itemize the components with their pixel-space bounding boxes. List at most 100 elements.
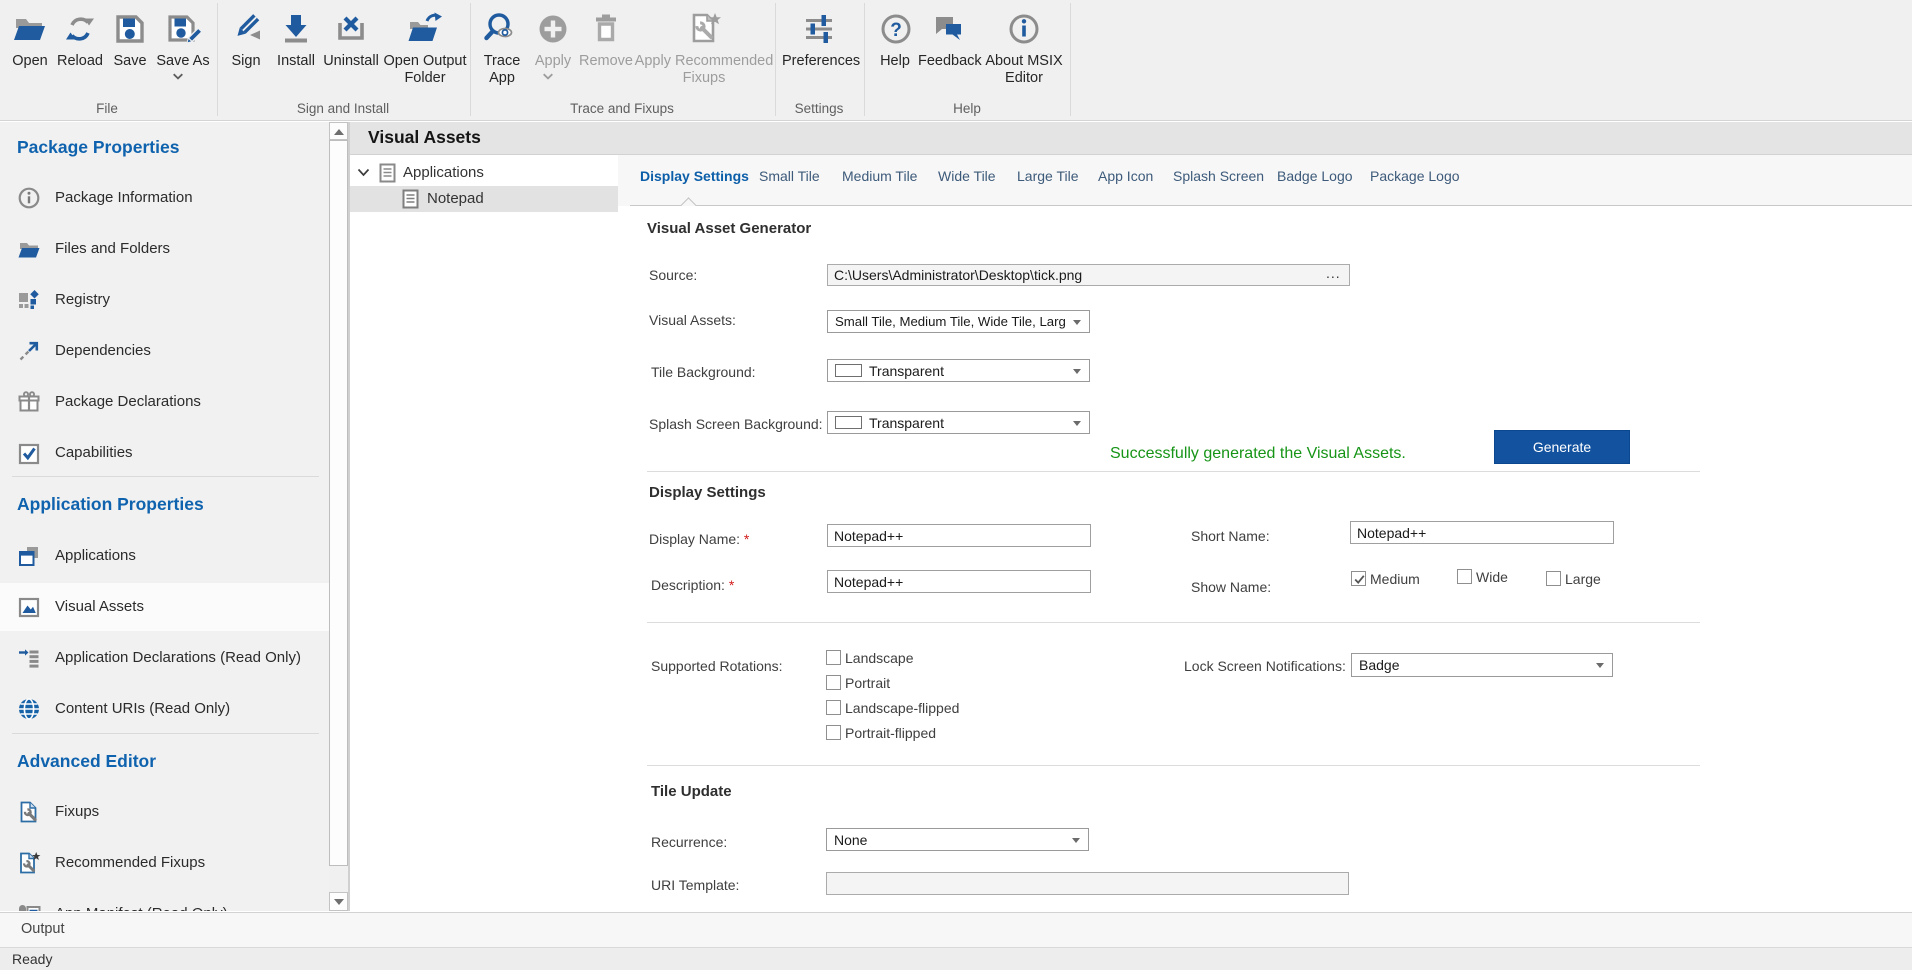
tab-medium-tile[interactable]: Medium Tile	[842, 168, 917, 184]
sidebar-item-content-uris[interactable]: Content URIs (Read Only)	[0, 685, 329, 733]
browse-button[interactable]: ...	[1326, 265, 1341, 281]
show-name-large-checkbox[interactable]	[1546, 571, 1561, 586]
source-input[interactable]	[827, 264, 1350, 286]
reload-button[interactable]: Reload	[54, 10, 106, 114]
about-msix-editor-button[interactable]: About MSIX Editor	[983, 10, 1065, 114]
generate-button[interactable]: Generate	[1494, 430, 1630, 464]
short-name-input[interactable]	[1350, 521, 1614, 544]
show-name-medium-checkbox[interactable]	[1351, 571, 1366, 586]
open-button[interactable]: Open	[6, 10, 54, 114]
install-icon	[277, 10, 315, 48]
visual-assets-label: Visual Assets:	[649, 312, 736, 328]
sidebar-item-label: Fixups	[55, 788, 99, 836]
sign-button[interactable]: Sign	[224, 10, 268, 114]
transparent-color-swatch	[835, 416, 862, 429]
sidebar-item-package-information[interactable]: Package Information	[0, 174, 329, 222]
description-input[interactable]	[827, 570, 1091, 593]
sidebar-scrollbar[interactable]	[329, 122, 348, 911]
scrollbar-up-button[interactable]	[329, 122, 348, 140]
tab-wide-tile[interactable]: Wide Tile	[938, 168, 996, 184]
scrollbar-thumb[interactable]	[329, 140, 348, 866]
output-bar[interactable]: Output	[0, 912, 1912, 947]
save-as-dropdown-chevron-icon[interactable]	[172, 73, 183, 80]
scrollbar-down-button[interactable]	[329, 892, 348, 911]
svg-text:?: ?	[890, 20, 902, 41]
sidebar-item-visual-assets[interactable]: Visual Assets	[0, 583, 329, 631]
display-name-input[interactable]	[827, 524, 1091, 547]
sidebar-item-applications[interactable]: Applications	[0, 532, 329, 580]
rotation-landscape-checkbox[interactable]	[826, 650, 841, 665]
sidebar-divider	[12, 733, 319, 734]
tab-large-tile[interactable]: Large Tile	[1017, 168, 1078, 184]
sidebar-item-label: Registry	[55, 276, 110, 324]
scroll-down-arrow-icon	[334, 899, 344, 905]
install-button[interactable]: Install	[272, 10, 320, 114]
feedback-button[interactable]: Feedback	[918, 10, 978, 114]
sidebar-item-registry[interactable]: Registry	[0, 276, 329, 324]
required-asterisk: *	[729, 577, 734, 593]
sidebar-item-fixups[interactable]: Fixups	[0, 788, 329, 836]
remove-button[interactable]: Remove	[578, 10, 634, 114]
tab-splash-screen[interactable]: Splash Screen	[1173, 168, 1264, 184]
dependencies-icon	[17, 339, 41, 363]
open-output-folder-button[interactable]: Open Output Folder	[377, 10, 473, 114]
ribbon-separator	[775, 3, 776, 116]
tab-package-logo[interactable]: Package Logo	[1370, 168, 1460, 184]
sidebar-item-files-and-folders[interactable]: Files and Folders	[0, 225, 329, 273]
dropdown-chevron-icon	[1073, 320, 1081, 325]
lock-screen-notifications-dropdown[interactable]: Badge	[1351, 653, 1613, 677]
apply-button[interactable]: Apply	[532, 10, 574, 114]
ribbon-group-label-help: Help	[953, 101, 981, 116]
short-name-label: Short Name:	[1191, 528, 1270, 544]
app-manifest-icon	[17, 902, 41, 911]
help-button[interactable]: ? Help	[877, 10, 913, 114]
show-name-wide-checkbox[interactable]	[1457, 569, 1472, 584]
files-and-folders-icon	[17, 237, 41, 261]
tree-expander-chevron-icon[interactable]	[357, 168, 370, 177]
visual-assets-dropdown[interactable]: Small Tile, Medium Tile, Wide Tile, Larg…	[827, 310, 1090, 333]
recurrence-dropdown[interactable]: None	[826, 828, 1089, 851]
rotation-portrait-flipped-checkbox[interactable]	[826, 725, 841, 740]
apply-recommended-fixups-label: Apply Recommended Fixups	[629, 53, 779, 87]
rotation-portrait-checkbox[interactable]	[826, 675, 841, 690]
sidebar-item-dependencies[interactable]: Dependencies	[0, 327, 329, 375]
save-label: Save	[108, 53, 152, 70]
tile-background-dropdown[interactable]: Transparent	[827, 359, 1090, 382]
preferences-button[interactable]: Preferences	[782, 10, 858, 114]
tab-app-icon[interactable]: App Icon	[1098, 168, 1153, 184]
tree-item-applications[interactable]: Applications	[350, 160, 618, 186]
recurrence-value: None	[834, 829, 1066, 850]
application-node-icon	[401, 189, 420, 209]
install-label: Install	[272, 53, 320, 70]
sidebar-item-recommended-fixups[interactable]: Recommended Fixups	[0, 839, 329, 887]
uri-template-input[interactable]	[826, 872, 1349, 895]
tile-background-label: Tile Background:	[651, 364, 756, 380]
apply-recommended-fixups-button[interactable]: Apply Recommended Fixups	[629, 10, 779, 114]
uninstall-button[interactable]: Uninstall	[320, 10, 382, 114]
trace-app-button[interactable]: Trace App	[480, 10, 524, 114]
splash-screen-background-dropdown[interactable]: Transparent	[827, 411, 1090, 434]
uninstall-label: Uninstall	[320, 53, 382, 70]
tree-item-label: Notepad	[427, 186, 484, 212]
tab-badge-logo[interactable]: Badge Logo	[1277, 168, 1353, 184]
main-panel: Visual Assets Applications Notepad	[350, 122, 1912, 911]
ribbon-group-label-sign-and-install: Sign and Install	[297, 101, 389, 116]
save-button[interactable]: Save	[108, 10, 152, 114]
recommended-fixups-icon	[17, 851, 41, 875]
section-heading-display-settings: Display Settings	[649, 484, 766, 501]
section-heading-tile-update: Tile Update	[651, 783, 732, 800]
required-asterisk: *	[744, 531, 749, 547]
save-as-button[interactable]: Save As	[154, 10, 212, 114]
sidebar-item-app-manifest[interactable]: App Manifest (Read Only)	[0, 890, 329, 911]
tree-item-notepad[interactable]: Notepad	[350, 186, 618, 212]
tab-small-tile[interactable]: Small Tile	[759, 168, 820, 184]
sidebar-item-package-declarations[interactable]: Package Declarations	[0, 378, 329, 426]
show-name-medium-label: Medium	[1370, 571, 1420, 587]
registry-icon	[17, 288, 41, 312]
rotation-landscape-flipped-checkbox[interactable]	[826, 700, 841, 715]
sidebar-item-capabilities[interactable]: Capabilities	[0, 429, 329, 477]
sidebar-item-application-declarations[interactable]: Application Declarations (Read Only)	[0, 634, 329, 682]
about-icon	[1005, 10, 1043, 48]
tab-display-settings[interactable]: Display Settings	[640, 168, 749, 184]
reload-icon	[61, 10, 99, 48]
